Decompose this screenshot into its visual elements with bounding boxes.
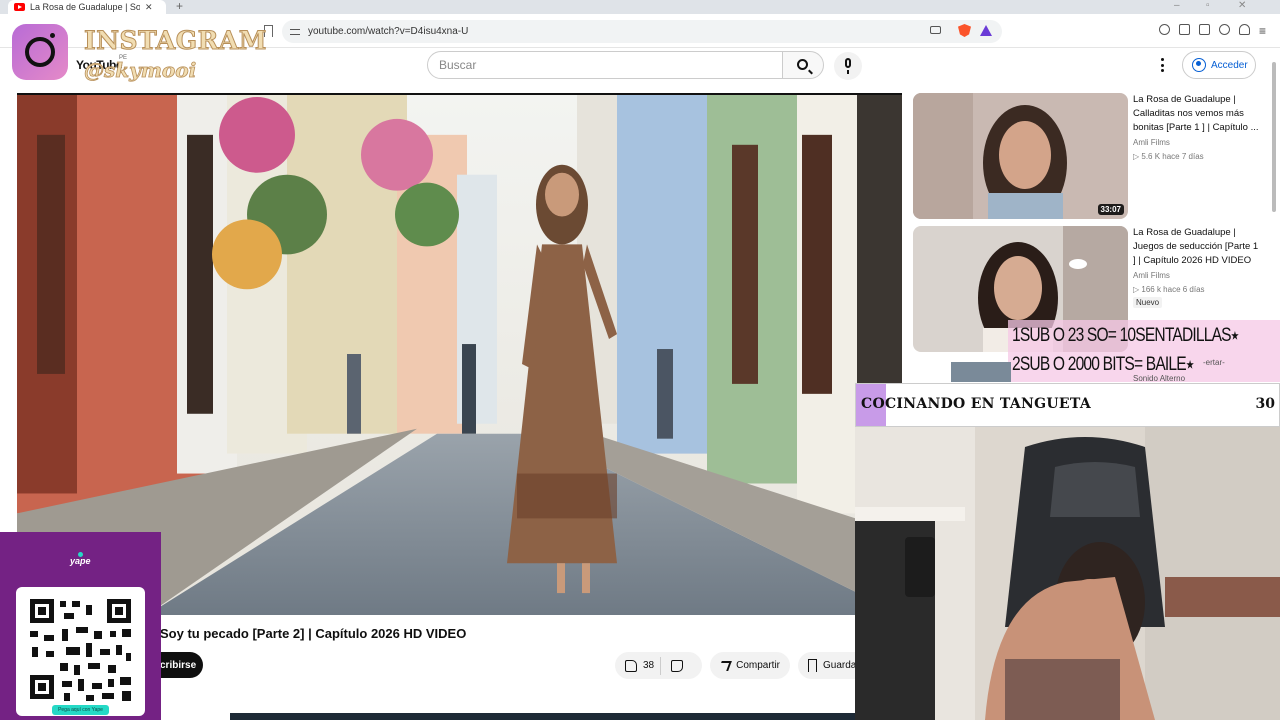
yape-caption: Pega aquí con Yape [52,705,109,715]
close-tab-icon[interactable]: ✕ [145,2,153,13]
like-dislike-group: 38 [615,652,702,679]
small-thumbnail [951,362,1011,382]
cast-icon[interactable] [930,26,941,34]
leo-ai-icon[interactable] [1219,24,1230,35]
minimize-icon[interactable]: – [1174,0,1180,11]
share-label: Compartir [736,660,780,671]
address-bar[interactable]: youtube.com/watch?v=D4isu4xna-U [282,20,1002,43]
recommendation-title[interactable]: La Rosa de Guadalupe | Calladitas nos ve… [1133,93,1263,135]
voice-search-button[interactable] [834,52,862,80]
video-duration: 33:07 [1097,204,1124,215]
menu-icon[interactable]: ≡ [1259,24,1266,38]
divider [660,656,662,675]
like-count: 38 [643,660,655,671]
site-settings-icon[interactable] [290,27,300,37]
instagram-username: @skymooi [84,58,197,83]
save-label: Guarda [823,660,857,671]
recommendation-title[interactable]: La Rosa de Guadalupe | Juegos de seducci… [1133,226,1263,268]
share-button[interactable]: Compartir [710,652,790,679]
search-icon [797,59,808,70]
tab-title: La Rosa de Guadalupe | Soy tu p [30,2,140,12]
goal-line-1: 1SUB O 23 SO= 10SENTADILLAS⭑ [1012,325,1239,346]
browser-tab-strip: La Rosa de Guadalupe | Soy tu p ✕ + – ▫ … [0,0,1280,14]
microphone-icon [845,58,851,74]
screen: { "browser": { "tab_title": "La Rosa de … [0,0,1280,720]
now-playing-title: COCINANDO EN TANGUETA [861,396,1091,412]
signin-button[interactable]: Acceder [1182,51,1256,79]
sidebar-icon[interactable] [1179,24,1190,35]
close-window-icon[interactable]: ✕ [1238,0,1246,11]
stream-goals-panel: 1SUB O 23 SO= 10SENTADILLAS⭑ 2SUB O 2000… [1008,320,1280,382]
goal-line-2: 2SUB O 2000 BITS= BAILE⭑ [1012,354,1194,375]
media-icon[interactable] [1159,24,1170,35]
search-placeholder: Buscar [439,58,477,72]
subscribe-label: cribirse [160,659,197,671]
dislike-icon[interactable] [671,659,684,672]
browser-tab-active[interactable]: La Rosa de Guadalupe | Soy tu p ✕ [8,0,166,14]
youtube-favicon-icon [14,3,25,11]
recommendation-thumbnail[interactable]: 33:07 [913,93,1128,219]
channel-name[interactable]: Amli Films [1133,271,1170,280]
webcam-feed [855,427,1280,720]
taskbar [230,713,855,720]
yape-payment-panel: yape Pega aquí con Yape [0,532,161,720]
share-icon [718,660,732,671]
save-icon [808,659,817,672]
instagram-label: INSTAGRAM [84,26,267,56]
video-meta: ▷ 5.6 K hace 7 días [1133,152,1204,161]
search-input[interactable]: Buscar [427,51,783,79]
channel-name[interactable]: Amli Films [1133,138,1170,147]
signin-label: Acceder [1211,59,1248,71]
new-tab-button[interactable]: + [176,0,183,12]
sound-label: Sonido Alterno [1133,374,1186,383]
video-title: Soy tu pecado [Parte 2] | Capítulo 2026 … [160,626,467,641]
scrollbar-thumb[interactable] [1272,62,1276,212]
thumbnail-image [913,93,1128,219]
qr-code-image [30,599,131,701]
vpn-icon[interactable] [1239,24,1250,35]
instagram-dot-icon [50,33,55,38]
now-playing-number: 30 [1255,396,1275,412]
wallet-icon[interactable] [1199,24,1210,35]
brave-rewards-icon[interactable] [980,25,992,36]
instagram-logo [12,24,68,80]
more-options-icon[interactable] [1161,58,1165,72]
now-playing-bar: COCINANDO EN TANGUETA 30 [855,383,1280,427]
account-icon [1192,58,1206,72]
maximize-icon[interactable]: ▫ [1206,0,1210,11]
new-badge: Nuevo [1133,297,1163,308]
yape-logo: yape [70,556,91,566]
goal-peek-text: -ertar- [1203,358,1225,367]
video-meta: ▷ 166 k hace 6 días [1133,285,1205,294]
qr-code [16,587,145,716]
url-text: youtube.com/watch?v=D4isu4xna-U [308,26,469,37]
instagram-ring-icon [25,37,55,67]
search-button[interactable] [782,51,824,79]
like-icon[interactable] [625,659,637,672]
webcam-image [855,427,1280,720]
